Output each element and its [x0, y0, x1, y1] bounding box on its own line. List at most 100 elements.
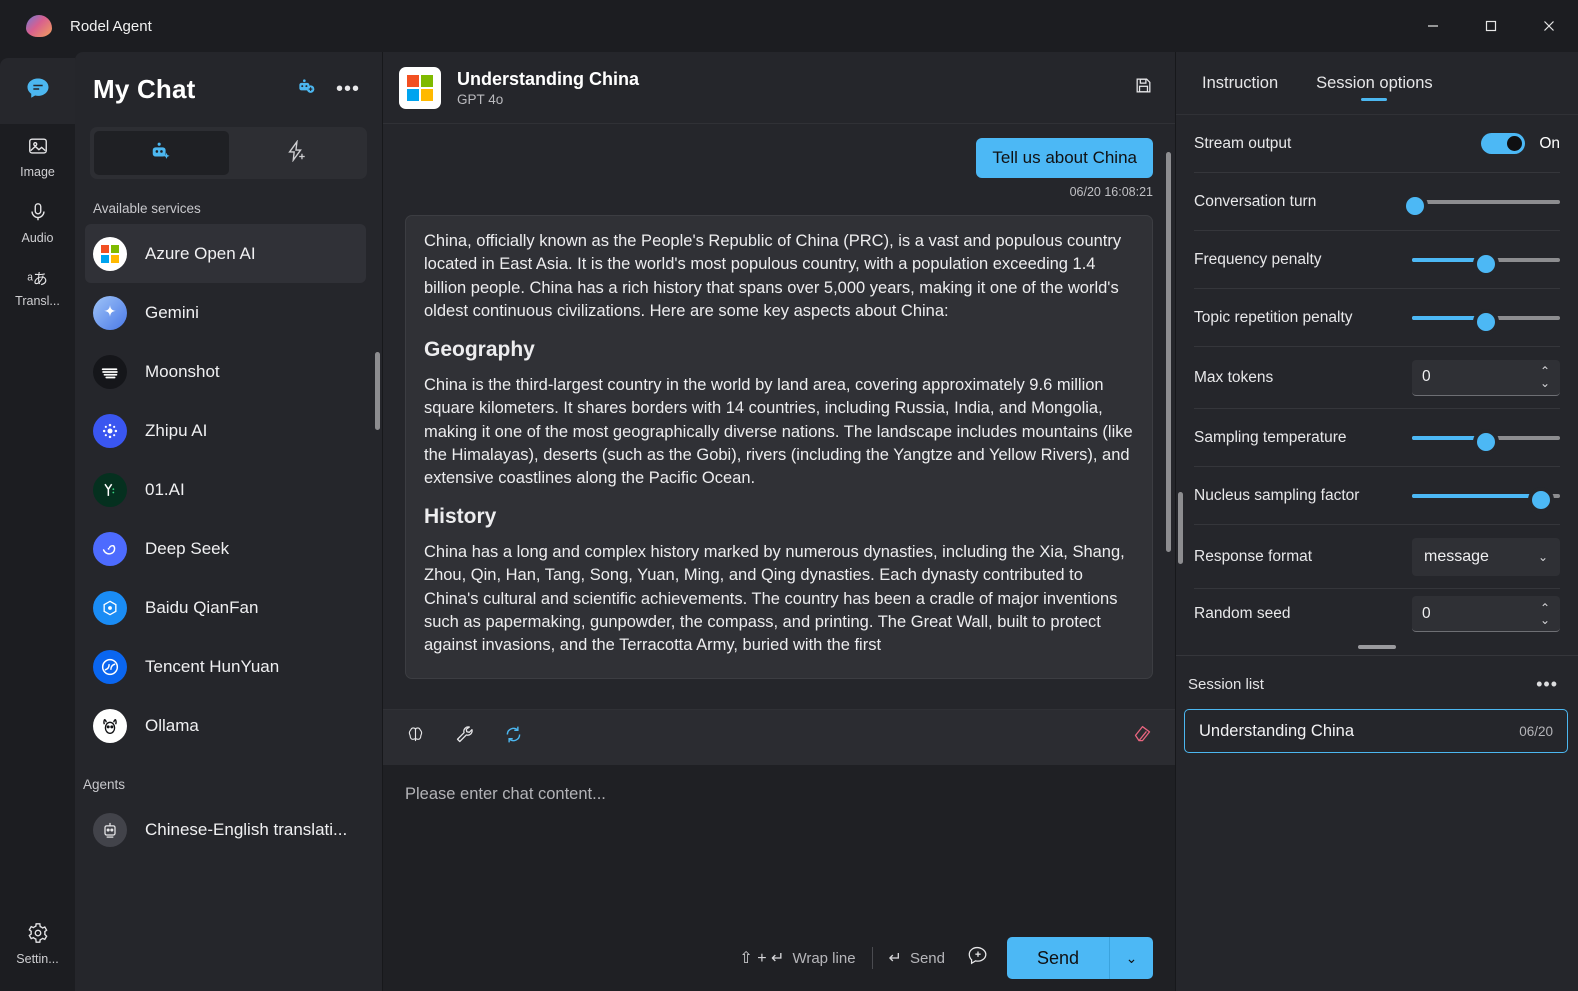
tab-session-options[interactable]: Session options	[1302, 74, 1447, 103]
service-item-ollama[interactable]: Ollama	[85, 696, 366, 755]
option-label: Stream output	[1194, 135, 1291, 153]
rail-item-settings[interactable]: Settin...	[0, 911, 75, 977]
option-stream-output: Stream output On	[1194, 115, 1560, 173]
deepseek-whale-icon	[93, 532, 127, 566]
agent-item-chinese-english-translation[interactable]: Chinese-English translati...	[85, 800, 366, 859]
rail-item-image[interactable]: Image	[0, 124, 75, 190]
more-options-icon[interactable]: •••	[1536, 674, 1558, 695]
services-scrollbar[interactable]	[375, 352, 380, 430]
geography-heading: Geography	[424, 338, 1134, 362]
chat-icon	[24, 75, 52, 107]
app-body: Image Audio ᵃあ Transl... Settin...	[0, 52, 1578, 991]
option-control: On	[1481, 133, 1560, 154]
service-item-baidu-qianfan[interactable]: Baidu QianFan	[85, 578, 366, 637]
response-format-select[interactable]: message ⌄	[1412, 538, 1560, 576]
eraser-icon[interactable]	[1132, 724, 1153, 751]
option-max-tokens: Max tokens 0 ⌃⌄	[1194, 347, 1560, 409]
microsoft-logo-icon	[93, 237, 127, 271]
sampling-temperature-slider[interactable]	[1412, 436, 1560, 440]
app-logo-icon	[26, 15, 52, 37]
microsoft-logo-icon	[399, 67, 441, 109]
rail-item-chat[interactable]	[0, 58, 75, 124]
robot-icon	[93, 813, 127, 847]
chat-list-panel: My Chat •••	[75, 52, 382, 991]
rail-item-audio[interactable]: Audio	[0, 190, 75, 256]
maximize-button[interactable]	[1462, 0, 1520, 52]
option-control	[1412, 258, 1560, 262]
wrench-icon[interactable]	[454, 724, 475, 751]
services-list: Azure Open AI Gemini Moonshot	[75, 224, 382, 991]
conversation-turn-slider[interactable]	[1412, 200, 1560, 204]
moonshot-icon	[93, 355, 127, 389]
session-list-title: Session list	[1188, 676, 1264, 693]
service-item-tencent-hunyuan[interactable]: Tencent HunYuan	[85, 637, 366, 696]
user-message-bubble: Tell us about China	[976, 138, 1153, 178]
user-message-row: Tell us about China	[405, 138, 1153, 178]
response-format-value: message	[1424, 548, 1489, 566]
service-item-azure-open-ai[interactable]: Azure Open AI	[85, 224, 366, 283]
chat-header: Understanding China GPT 4o	[383, 52, 1175, 124]
max-tokens-value: 0	[1422, 368, 1431, 386]
refresh-icon[interactable]	[503, 724, 524, 751]
yi-icon	[93, 473, 127, 507]
nucleus-sampling-factor-slider[interactable]	[1412, 494, 1560, 498]
chat-panel: Understanding China GPT 4o Tell us about…	[382, 52, 1175, 991]
page-title: My Chat	[93, 74, 196, 105]
session-options-panel: Instruction Session options Stream outpu…	[1175, 52, 1578, 991]
segment-plugins[interactable]	[229, 131, 364, 175]
tencent-hunyuan-icon	[93, 650, 127, 684]
service-label: Azure Open AI	[145, 244, 256, 264]
composer	[383, 765, 1175, 925]
option-label: Sampling temperature	[1194, 429, 1347, 447]
service-item-moonshot[interactable]: Moonshot	[85, 342, 366, 401]
close-button[interactable]	[1520, 0, 1578, 52]
save-disk-icon[interactable]	[1134, 76, 1153, 100]
option-frequency-penalty: Frequency penalty	[1194, 231, 1560, 289]
service-item-gemini[interactable]: Gemini	[85, 283, 366, 342]
toggle-value: On	[1539, 135, 1560, 153]
random-seed-input[interactable]: 0 ⌃⌄	[1412, 596, 1560, 632]
chat-scrollbar[interactable]	[1166, 152, 1171, 552]
tab-instruction[interactable]: Instruction	[1188, 74, 1292, 103]
max-tokens-input[interactable]: 0 ⌃⌄	[1412, 360, 1560, 396]
option-control: 0 ⌃⌄	[1412, 596, 1560, 632]
session-list-item[interactable]: Understanding China 06/20	[1184, 709, 1568, 753]
chat-input[interactable]	[405, 785, 1153, 804]
option-control	[1412, 200, 1560, 204]
rail-label-translate: Transl...	[15, 294, 60, 308]
topic-repetition-penalty-slider[interactable]	[1412, 316, 1560, 320]
frequency-penalty-slider[interactable]	[1412, 258, 1560, 262]
panel-resize-handle[interactable]	[1358, 645, 1396, 649]
service-label: Ollama	[145, 716, 199, 736]
message-scroll-area[interactable]: Tell us about China 06/20 16:08:21 China…	[383, 124, 1175, 709]
panel-tabs: Instruction Session options	[1176, 52, 1578, 115]
option-conversation-turn: Conversation turn	[1194, 173, 1560, 231]
conversation-title: Understanding China	[457, 69, 639, 90]
title-bar: Rodel Agent	[0, 0, 1578, 52]
stream-output-toggle[interactable]	[1481, 133, 1525, 154]
options-scrollbar[interactable]	[1178, 492, 1183, 564]
service-item-01-ai[interactable]: 01.AI	[85, 460, 366, 519]
add-bot-icon[interactable]	[296, 77, 316, 102]
more-options-icon[interactable]: •••	[336, 78, 360, 101]
minimize-button[interactable]	[1404, 0, 1462, 52]
option-control: message ⌄	[1412, 538, 1560, 576]
send-button[interactable]: Send	[1007, 937, 1109, 979]
send-hint-label: Send	[910, 950, 945, 967]
brain-icon[interactable]	[405, 724, 426, 751]
rail-item-translate[interactable]: ᵃあ Transl...	[0, 256, 75, 322]
new-chat-icon[interactable]	[967, 944, 989, 972]
option-label: Conversation turn	[1194, 193, 1316, 211]
option-control	[1412, 494, 1560, 498]
service-item-deep-seek[interactable]: Deep Seek	[85, 519, 366, 578]
chevron-down-icon[interactable]: ⌄	[1109, 937, 1153, 979]
wrap-line-hint: ⇧ + ↵ Wrap line	[739, 948, 855, 968]
option-random-seed: Random seed 0 ⌃⌄	[1194, 589, 1560, 639]
session-name: Understanding China	[1199, 722, 1354, 741]
segment-bots[interactable]	[94, 131, 229, 175]
service-item-zhipu-ai[interactable]: Zhipu AI	[85, 401, 366, 460]
stepper-icon[interactable]: ⌃⌄	[1540, 602, 1550, 626]
stepper-icon[interactable]: ⌃⌄	[1540, 365, 1550, 389]
session-list-header: Session list •••	[1176, 656, 1578, 705]
window-controls	[1404, 0, 1578, 52]
